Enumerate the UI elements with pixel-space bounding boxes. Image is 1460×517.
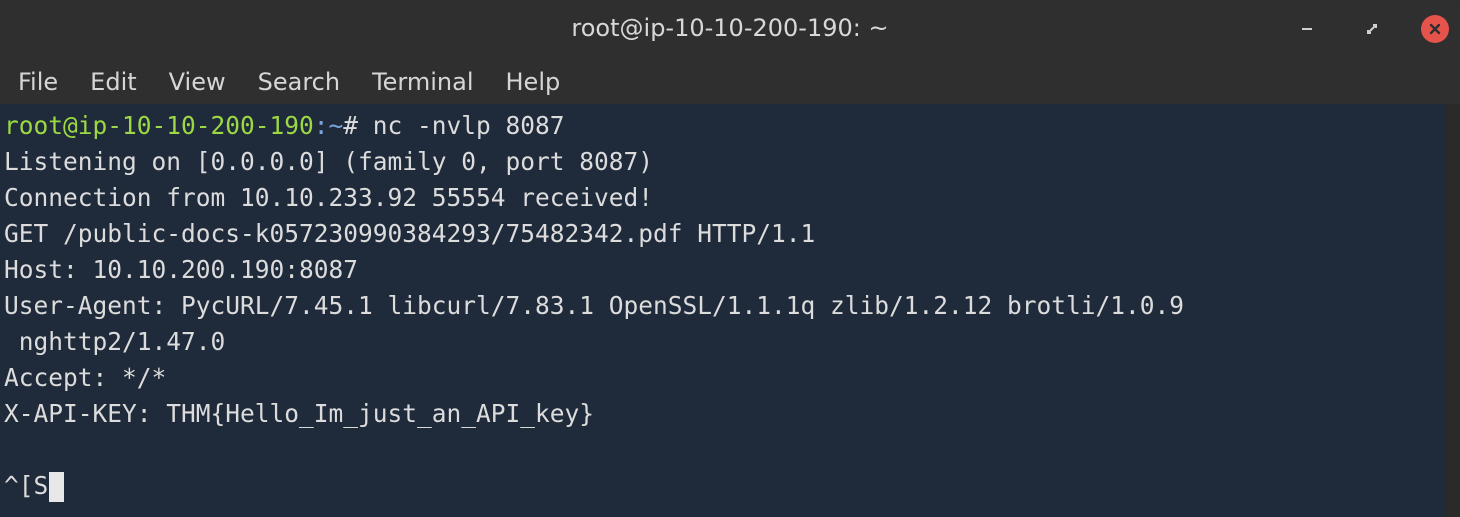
close-button[interactable] [1420,14,1450,44]
menu-edit[interactable]: Edit [74,60,152,104]
close-icon [1429,23,1441,35]
menu-bar: File Edit View Search Terminal Help [0,60,1460,104]
menu-terminal[interactable]: Terminal [356,60,489,104]
prompt-user: root@ip-10-10-200-190 [4,111,314,140]
menu-help[interactable]: Help [490,60,577,104]
title-bar[interactable]: root@ip-10-10-200-190: ~ [0,0,1460,60]
close-button-circle [1421,15,1449,43]
output-line: nghttp2/1.47.0 [4,327,226,356]
output-line: Listening on [0.0.0.0] (family 0, port 8… [4,147,654,176]
output-line: User-Agent: PycURL/7.45.1 libcurl/7.83.1… [4,291,1185,320]
prompt-path: :~ [313,111,344,140]
output-line: Accept: */* [4,363,167,392]
maximize-button[interactable] [1357,14,1387,44]
output-line: Host: 10.10.200.190:8087 [4,255,359,284]
input-text: ^[S [4,471,49,500]
terminal-window: root@ip-10-10-200-190: ~ File Edit View [0,0,1460,517]
window-title: root@ip-10-10-200-190: ~ [571,14,889,42]
menu-file[interactable]: File [0,60,74,104]
minimize-button[interactable] [1292,14,1322,44]
maximize-icon [1367,24,1377,34]
output-line: GET /public-docs-k057230990384293/754823… [4,219,816,248]
input-line: ^[S [4,468,65,504]
command-text: nc -nvlp 8087 [372,111,565,140]
terminal-output[interactable]: root@ip-10-10-200-190:~# nc -nvlp 8087 L… [0,104,1446,517]
menu-view[interactable]: View [153,60,242,104]
output-line: Connection from 10.10.233.92 55554 recei… [4,183,654,212]
command-line: root@ip-10-10-200-190:~# nc -nvlp 8087 [4,108,565,144]
minimize-icon [1302,28,1312,30]
output-line: X-API-KEY: THM{Hello_Im_just_an_API_key} [4,399,595,428]
menu-search[interactable]: Search [242,60,356,104]
prompt-symbol: # [343,111,373,140]
text-cursor [49,472,65,502]
scrollbar[interactable] [1446,104,1460,517]
